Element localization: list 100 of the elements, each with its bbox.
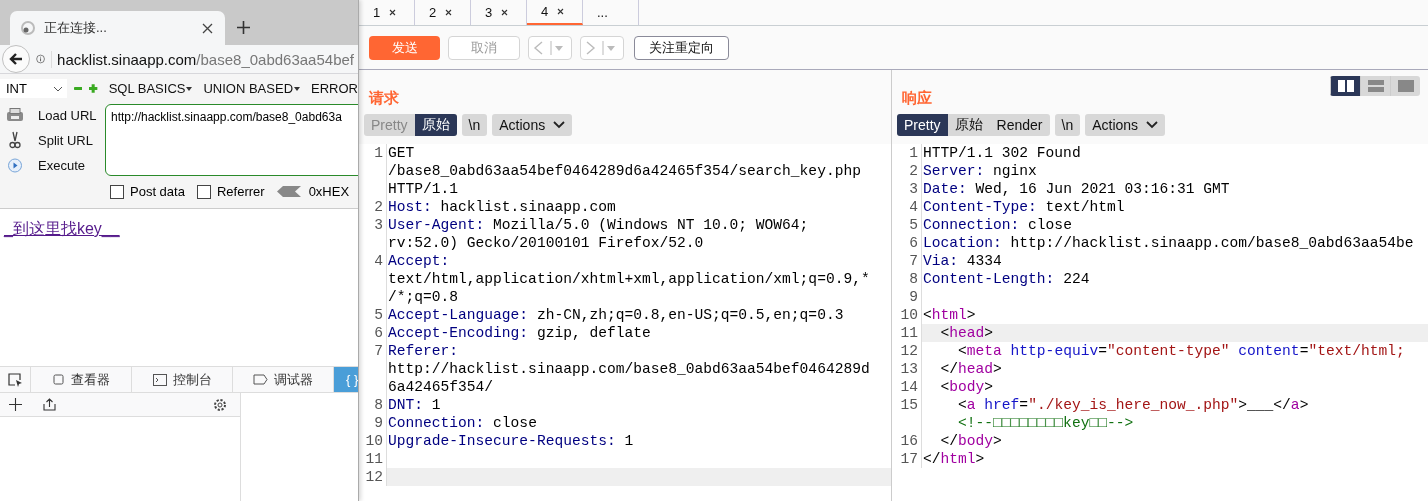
chevron-down-icon	[1146, 121, 1159, 129]
info-icon[interactable]	[36, 52, 46, 66]
line-number: 10	[359, 432, 387, 450]
request-tab[interactable]: 3	[471, 0, 527, 25]
new-tab-icon[interactable]	[237, 21, 250, 34]
view-tab[interactable]: 原始	[414, 114, 457, 136]
code-line: User-Agent: Mozilla/5.0 (Windows NT 10.0; WOW64; rv:52.0) Gecko/20100101 Firefox/52.0	[387, 216, 810, 252]
line-number: 8	[359, 396, 387, 414]
code-line: <a href="./key_is_here_now_.php">___</a> <!--□□□□□□□□key□□-->	[957, 396, 1310, 432]
close-icon[interactable]	[445, 9, 453, 16]
printer-icon[interactable]	[6, 108, 24, 122]
pane-title: 响应	[902, 89, 932, 108]
checkbox[interactable]	[110, 184, 124, 199]
line-number: 17	[892, 450, 922, 468]
devtools-tab[interactable]: 控制台	[132, 367, 233, 392]
line-number: 1	[892, 144, 922, 162]
code-line: <body>	[939, 378, 995, 396]
code-line: Server: nginx	[922, 162, 1038, 180]
square-icon	[52, 373, 65, 386]
square-icon	[1397, 80, 1414, 92]
request-tab[interactable]: 1	[359, 0, 415, 25]
arrow-left-icon[interactable]	[276, 186, 301, 197]
code-line: Accept-Language: zh-CN,zh;q=0.8,en-US;q=0.5,en;q=0.3	[387, 306, 845, 324]
action-link[interactable]: Execute	[38, 157, 85, 173]
request-tab[interactable]: 2	[415, 0, 471, 25]
line-number: 8	[892, 270, 922, 288]
follow-redirect-button[interactable]: 关注重定向	[634, 35, 729, 60]
close-icon[interactable]	[501, 9, 509, 16]
code-line: </head>	[939, 360, 1003, 378]
rows-icon	[1367, 80, 1384, 92]
code-line: <meta http-equiv="content-type" content="text/html;	[957, 342, 1406, 360]
close-icon[interactable]	[557, 8, 565, 15]
code-line: Content-Type: text/html	[922, 198, 1126, 216]
scissors-icon[interactable]	[6, 131, 24, 149]
code-line: Upgrade-Insecure-Requests: 1	[387, 432, 635, 450]
view-tab[interactable]: 原始	[947, 114, 990, 136]
view-tab[interactable]: Pretty	[897, 114, 948, 136]
line-number: 5	[892, 216, 922, 234]
encoder-label[interactable]: 0xHEX	[308, 184, 350, 199]
line-number: 12	[892, 342, 922, 360]
back-button[interactable]	[2, 45, 30, 73]
code-line: Date: Wed, 16 Jun 2021 03:16:31 GMT	[922, 180, 1231, 198]
caret-icon	[186, 86, 193, 91]
code-line: Via: 4334	[922, 252, 1003, 270]
newline-toggle[interactable]: \n	[1054, 114, 1081, 136]
line-number: 3	[892, 180, 922, 198]
line-number: 6	[892, 234, 922, 252]
actions-dropdown[interactable]: Actions	[1085, 114, 1166, 136]
page-link[interactable]: _到这里找key__	[4, 220, 120, 237]
line-number: 5	[359, 306, 387, 324]
newline-toggle[interactable]: \n	[461, 114, 488, 136]
line-number: 15	[892, 396, 922, 432]
pick-element-icon[interactable]	[7, 372, 23, 387]
code-line: Content-Length: 224	[922, 270, 1091, 288]
view-tab[interactable]: Render	[989, 114, 1050, 136]
menu-item[interactable]: ERROR	[311, 81, 358, 96]
caret-icon	[294, 86, 301, 91]
plus-icon[interactable]	[9, 398, 22, 411]
loading-icon	[20, 20, 36, 36]
tag-icon	[253, 374, 268, 385]
action-link[interactable]: Split URL	[38, 132, 93, 148]
close-icon[interactable]	[202, 22, 213, 34]
line-number: 4	[892, 198, 922, 216]
request-tab[interactable]: ...	[583, 0, 639, 25]
encoding-select[interactable]: INT	[0, 79, 67, 98]
line-number: 14	[892, 378, 922, 396]
action-link[interactable]: Load URL	[38, 107, 97, 123]
code-line: HTTP/1.1 302 Found	[922, 144, 1082, 162]
line-number: 7	[892, 252, 922, 270]
console-icon	[152, 373, 167, 386]
devtools-tab[interactable]: 查看器	[31, 367, 132, 392]
code-line: Connection: close	[387, 414, 538, 432]
line-number: 9	[892, 288, 922, 306]
checkbox-label: Referrer	[216, 184, 265, 199]
close-icon[interactable]	[389, 9, 397, 16]
line-number: 16	[892, 432, 922, 450]
actions-dropdown[interactable]: Actions	[492, 114, 573, 136]
line-number: 10	[892, 306, 922, 324]
browser-tab[interactable]: 正在连接...	[10, 11, 225, 45]
checkbox-label: Post data	[130, 184, 185, 199]
columns-icon	[1337, 80, 1354, 92]
menu-item[interactable]: SQL BASICS	[108, 81, 193, 96]
checkbox[interactable]	[196, 184, 211, 199]
code-line: </html>	[922, 450, 986, 468]
line-number: 2	[892, 162, 922, 180]
menu-item[interactable]: UNION BASED	[203, 81, 301, 96]
line-number: 11	[359, 450, 387, 468]
play-icon[interactable]	[6, 157, 24, 173]
code-line: </body>	[939, 432, 1003, 450]
code-line: <html>	[922, 306, 977, 324]
line-number: 6	[359, 324, 387, 342]
request-tab[interactable]: 4	[527, 0, 583, 25]
code-line: Accept-Encoding: gzip, deflate	[387, 324, 652, 342]
url-field[interactable]: http://hacklist.sinaapp.com/base8_0abd63a	[105, 104, 358, 176]
code-line: Connection: close	[922, 216, 1073, 234]
layout-split-button[interactable]	[1330, 76, 1360, 96]
settings-icon[interactable]	[213, 397, 227, 412]
upload-icon[interactable]	[43, 398, 56, 411]
caret-icon	[52, 85, 63, 92]
code-line: Location: http://hacklist.sinaapp.com/base8_0abd63aa54be	[922, 234, 1415, 252]
